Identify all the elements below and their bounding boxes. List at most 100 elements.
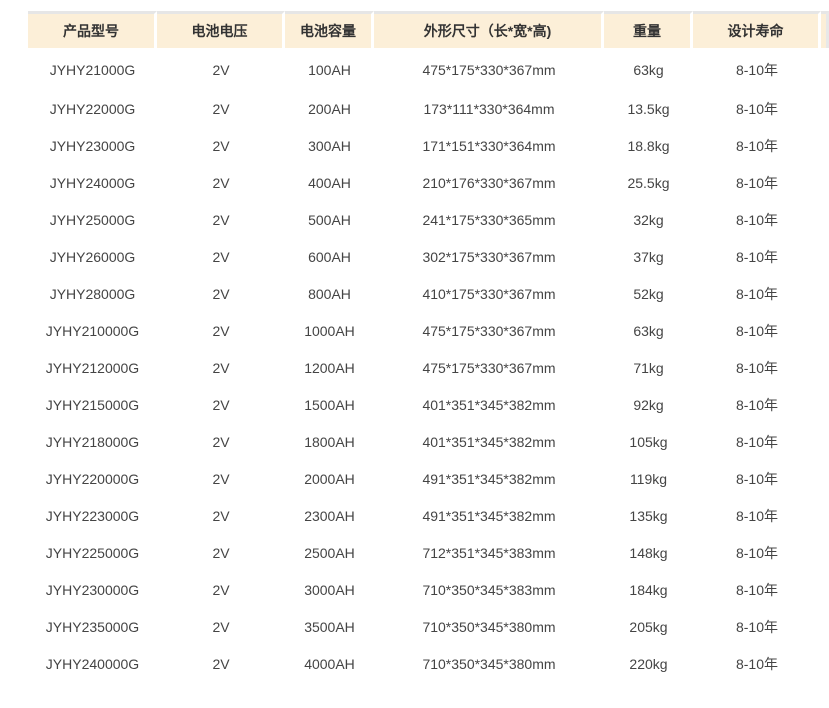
cell-voltage: 2V xyxy=(212,62,230,78)
cell-design-life: 8-10年 xyxy=(735,285,779,302)
cell-capacity: 1200AH xyxy=(304,359,355,376)
cell-weight: 119kg xyxy=(629,470,668,487)
cell-dimensions: 475*175*330*367mm xyxy=(422,62,556,78)
cell-model: JYHY26000G xyxy=(49,248,136,265)
cell-capacity: 2300AH xyxy=(304,507,355,524)
cell-design-life: 8-10年 xyxy=(735,322,779,339)
cell-model: JYHY25000G xyxy=(49,211,136,228)
battery-spec-table: 产品型号 电池电压 电池容量 外形尺寸（长*宽*高) 重量 设计寿命 JYHY2… xyxy=(28,11,829,682)
cell-dimensions: 710*350*345*380mm xyxy=(422,655,556,672)
header-design-life: 设计寿命 xyxy=(693,11,821,48)
cell-capacity: 3000AH xyxy=(304,581,355,598)
cell-model: JYHY21000G xyxy=(49,62,136,78)
table-body: JYHY21000G 2V 100AH 475*175*330*367mm 63… xyxy=(28,48,829,682)
header-voltage: 电池电压 xyxy=(157,11,285,48)
table-row: JYHY23000G 2V 300AH 171*151*330*364mm 18… xyxy=(28,127,829,164)
header-weight: 重量 xyxy=(604,11,693,48)
cell-model: JYHY22000G xyxy=(49,100,136,117)
cell-edge xyxy=(821,571,829,608)
cell-design-life: 8-10年 xyxy=(735,62,779,78)
cell-design-life: 8-10年 xyxy=(735,433,779,450)
header-model: 产品型号 xyxy=(28,11,157,48)
cell-dimensions: 710*350*345*383mm xyxy=(422,581,556,598)
cell-dimensions: 475*175*330*367mm xyxy=(422,322,556,339)
cell-voltage: 2V xyxy=(212,322,230,339)
table-row: JYHY24000G 2V 400AH 210*176*330*367mm 25… xyxy=(28,164,829,201)
cell-weight: 52kg xyxy=(633,285,664,302)
cell-model: JYHY210000G xyxy=(45,322,140,339)
cell-weight: 63kg xyxy=(633,322,664,339)
cell-voltage: 2V xyxy=(212,211,230,228)
cell-weight: 105kg xyxy=(629,433,668,450)
cell-model: JYHY218000G xyxy=(45,433,140,450)
cell-capacity: 100AH xyxy=(308,62,351,78)
cell-voltage: 2V xyxy=(212,100,230,117)
cell-capacity: 3500AH xyxy=(304,618,355,635)
cell-weight: 135kg xyxy=(629,507,668,524)
table-row: JYHY25000G 2V 500AH 241*175*330*365mm 32… xyxy=(28,201,829,238)
cell-voltage: 2V xyxy=(212,618,230,635)
table-row: JYHY215000G 2V 1500AH 401*351*345*382mm … xyxy=(28,386,829,423)
cell-edge xyxy=(821,275,829,312)
cell-design-life: 8-10年 xyxy=(735,655,779,672)
cell-weight: 92kg xyxy=(633,396,664,413)
cell-capacity: 200AH xyxy=(308,100,351,117)
cell-capacity: 400AH xyxy=(308,174,351,191)
cell-voltage: 2V xyxy=(212,581,230,598)
cell-edge xyxy=(821,48,829,90)
cell-voltage: 2V xyxy=(212,396,230,413)
cell-model: JYHY28000G xyxy=(49,285,136,302)
cell-capacity: 500AH xyxy=(308,211,351,228)
cell-edge xyxy=(821,312,829,349)
battery-spec-table-container: 产品型号 电池电压 电池容量 外形尺寸（长*宽*高) 重量 设计寿命 JYHY2… xyxy=(28,11,829,682)
cell-edge xyxy=(821,534,829,571)
cell-capacity: 300AH xyxy=(308,137,351,154)
cell-weight: 37kg xyxy=(633,248,664,265)
cell-model: JYHY215000G xyxy=(45,396,140,413)
cell-voltage: 2V xyxy=(212,433,230,450)
cell-voltage: 2V xyxy=(212,137,230,154)
cell-capacity: 2000AH xyxy=(304,470,355,487)
cell-edge xyxy=(821,349,829,386)
cell-edge xyxy=(821,127,829,164)
cell-weight: 63kg xyxy=(633,62,664,78)
cell-weight: 71kg xyxy=(633,359,664,376)
cell-weight: 184kg xyxy=(629,581,668,598)
cell-design-life: 8-10年 xyxy=(735,544,779,561)
cell-edge xyxy=(821,90,829,127)
cell-model: JYHY212000G xyxy=(45,359,140,376)
cell-dimensions: 401*351*345*382mm xyxy=(422,433,556,450)
cell-design-life: 8-10年 xyxy=(735,211,779,228)
table-row: JYHY212000G 2V 1200AH 475*175*330*367mm … xyxy=(28,349,829,386)
cell-edge xyxy=(821,238,829,275)
cell-design-life: 8-10年 xyxy=(735,100,779,117)
cell-dimensions: 302*175*330*367mm xyxy=(422,248,556,265)
table-row: JYHY225000G 2V 2500AH 712*351*345*383mm … xyxy=(28,534,829,571)
cell-capacity: 1000AH xyxy=(304,322,355,339)
cell-dimensions: 491*351*345*382mm xyxy=(422,507,556,524)
cell-design-life: 8-10年 xyxy=(735,137,779,154)
cell-edge xyxy=(821,608,829,645)
cell-design-life: 8-10年 xyxy=(735,396,779,413)
cell-design-life: 8-10年 xyxy=(735,618,779,635)
cell-design-life: 8-10年 xyxy=(735,507,779,524)
table-header-row: 产品型号 电池电压 电池容量 外形尺寸（长*宽*高) 重量 设计寿命 xyxy=(28,11,829,48)
cell-model: JYHY223000G xyxy=(45,507,140,524)
table-row: JYHY235000G 2V 3500AH 710*350*345*380mm … xyxy=(28,608,829,645)
cell-dimensions: 491*351*345*382mm xyxy=(422,470,556,487)
cell-model: JYHY230000G xyxy=(45,581,140,598)
cell-model: JYHY24000G xyxy=(49,174,136,191)
cell-voltage: 2V xyxy=(212,285,230,302)
cell-weight: 25.5kg xyxy=(627,174,670,191)
cell-model: JYHY220000G xyxy=(45,470,140,487)
cell-dimensions: 410*175*330*367mm xyxy=(422,285,556,302)
table-row: JYHY28000G 2V 800AH 410*175*330*367mm 52… xyxy=(28,275,829,312)
cell-capacity: 2500AH xyxy=(304,544,355,561)
cell-design-life: 8-10年 xyxy=(735,470,779,487)
cell-voltage: 2V xyxy=(212,248,230,265)
cell-edge xyxy=(821,460,829,497)
cell-design-life: 8-10年 xyxy=(735,248,779,265)
cell-voltage: 2V xyxy=(212,655,230,672)
cell-capacity: 1500AH xyxy=(304,396,355,413)
cell-model: JYHY235000G xyxy=(45,618,140,635)
